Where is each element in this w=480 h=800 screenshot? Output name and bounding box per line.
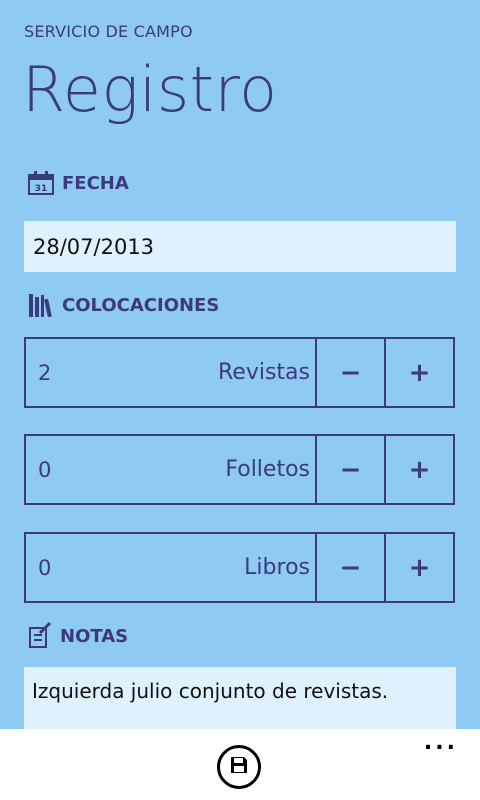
save-button[interactable]	[217, 745, 261, 789]
app-bar: ...	[0, 729, 480, 800]
counter-value-box[interactable]: 0 Libros	[26, 534, 315, 601]
notas-header: NOTAS	[27, 622, 128, 650]
counter-revistas: 2 Revistas − +	[24, 337, 455, 408]
increment-button[interactable]: +	[384, 534, 453, 601]
decrement-button[interactable]: −	[315, 436, 384, 503]
counter-libros: 0 Libros − +	[24, 532, 455, 603]
decrement-button[interactable]: −	[315, 339, 384, 406]
increment-button[interactable]: +	[384, 436, 453, 503]
svg-text:31: 31	[35, 184, 48, 194]
app-label: SERVICIO DE CAMPO	[24, 22, 193, 41]
counter-value: 0	[38, 457, 52, 482]
notes-icon	[27, 622, 53, 650]
counter-label: Folletos	[225, 457, 310, 482]
fecha-label: FECHA	[62, 172, 129, 194]
page-title: Registro	[22, 53, 278, 126]
colocaciones-header: COLOCACIONES	[27, 291, 219, 319]
more-options-button[interactable]: ...	[424, 732, 458, 754]
counter-value-box[interactable]: 0 Folletos	[26, 436, 315, 503]
books-icon	[27, 291, 55, 319]
calendar-icon: 31	[27, 170, 55, 196]
counter-label: Revistas	[218, 360, 310, 385]
colocaciones-label: COLOCACIONES	[62, 294, 220, 316]
notes-field[interactable]: Izquierda julio conjunto de revistas.	[24, 667, 456, 729]
counter-folletos: 0 Folletos − +	[24, 434, 455, 505]
notas-label: NOTAS	[60, 625, 129, 647]
date-field[interactable]: 28/07/2013	[24, 221, 456, 272]
save-icon	[229, 755, 249, 779]
counter-value: 0	[38, 555, 52, 580]
counter-value: 2	[38, 360, 52, 385]
increment-button[interactable]: +	[384, 339, 453, 406]
fecha-header: 31 FECHA	[27, 170, 129, 196]
counter-label: Libros	[244, 555, 310, 580]
decrement-button[interactable]: −	[315, 534, 384, 601]
counter-value-box[interactable]: 2 Revistas	[26, 339, 315, 406]
